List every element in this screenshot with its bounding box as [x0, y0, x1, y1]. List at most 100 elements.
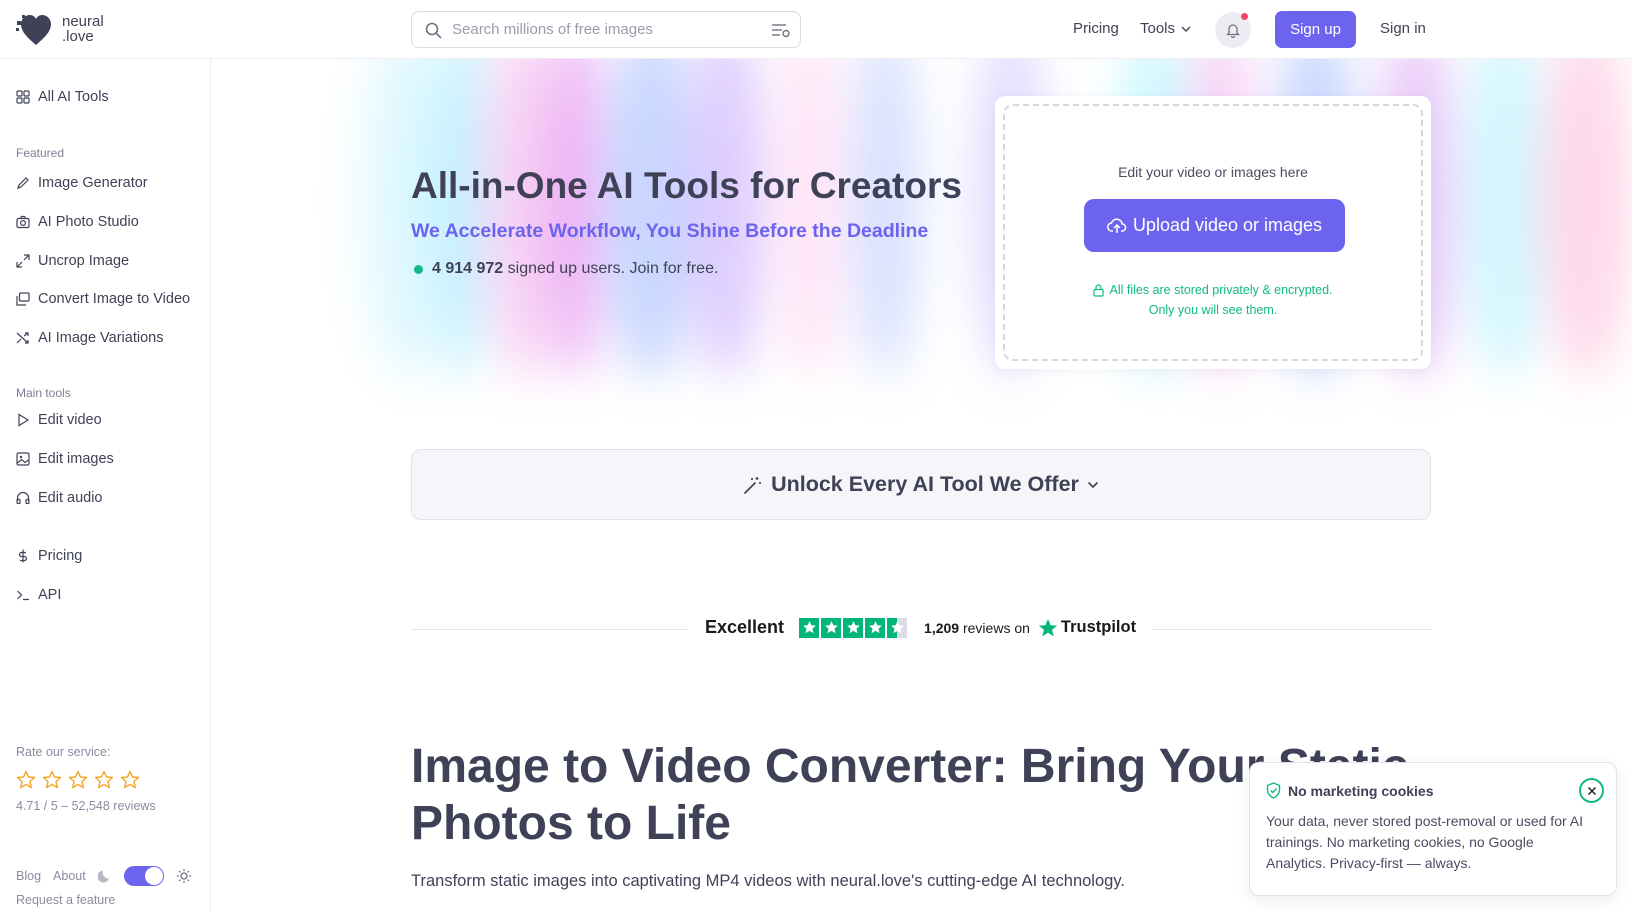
status-dot-icon: [414, 264, 423, 274]
search-input[interactable]: [452, 21, 752, 38]
trustpilot-logo-star-icon: [1038, 618, 1058, 636]
trustpilot-star-icon: [821, 617, 842, 638]
upload-dropzone[interactable]: Edit your video or images here Upload vi…: [1003, 104, 1423, 361]
sidebar-item-api[interactable]: API: [16, 587, 61, 603]
star-icon[interactable]: [16, 770, 36, 790]
notification-dot: [1241, 13, 1248, 20]
sun-icon: [176, 869, 191, 883]
cookie-close-button[interactable]: [1579, 778, 1604, 803]
request-feature-link[interactable]: Request a feature: [16, 893, 115, 907]
sidebar-item-all-ai-tools[interactable]: All AI Tools: [16, 89, 109, 105]
sidebar-item-label: Edit images: [38, 451, 114, 467]
trustpilot-review-count: 1,209: [924, 619, 960, 636]
unlock-tools-toggle[interactable]: Unlock Every AI Tool We Offer: [411, 449, 1431, 520]
user-count: 4 914 972: [432, 260, 504, 277]
star-icon[interactable]: [94, 770, 114, 790]
sidebar-item-edit-video[interactable]: Edit video: [16, 412, 102, 428]
sidebar-item-label: Convert Image to Video: [38, 291, 191, 307]
user-count-suffix: signed up users. Join for free.: [507, 260, 719, 277]
heart-logo-icon: [16, 15, 51, 45]
privacy-note: All files are stored privately & encrypt…: [1005, 280, 1421, 320]
sidebar-item-label: AI Photo Studio: [38, 214, 139, 230]
about-link[interactable]: About: [53, 869, 86, 883]
trustpilot-half-star-icon: [887, 617, 908, 638]
upload-button[interactable]: Upload video or images: [1084, 199, 1345, 252]
unlock-label: Unlock Every AI Tool We Offer: [771, 472, 1079, 496]
logo[interactable]: neural .love: [16, 11, 104, 47]
trustpilot-star-icon: [799, 617, 820, 638]
cloud-upload-icon: [1106, 218, 1127, 233]
sidebar-item-label: Uncrop Image: [38, 253, 130, 269]
cookie-notice: No marketing cookies Your data, never st…: [1249, 762, 1617, 896]
star-icon[interactable]: [120, 770, 140, 790]
sidebar-item-pricing[interactable]: Pricing: [16, 548, 82, 564]
sidebar-item-edit-images[interactable]: Edit images: [16, 451, 114, 467]
main-tools-heading: Main tools: [16, 386, 71, 400]
cookie-title-row: No marketing cookies: [1266, 782, 1434, 799]
dollar-icon: [18, 549, 28, 563]
chevron-down-icon: [1181, 26, 1191, 32]
top-header: neural .love Pricing Tools Sign up Sign …: [0, 0, 1632, 59]
shuffle-icon: [16, 332, 29, 344]
lock-icon: [1093, 283, 1105, 297]
upload-hint: Edit your video or images here: [1118, 164, 1308, 180]
rating-summary: 4.71 / 5 – 52,548 reviews: [16, 799, 156, 813]
nav-pricing-link[interactable]: Pricing: [1073, 20, 1119, 37]
star-icon[interactable]: [42, 770, 62, 790]
theme-toggle[interactable]: [123, 866, 164, 886]
sidebar-item-edit-audio[interactable]: Edit audio: [16, 490, 103, 506]
trustpilot-star-icon: [865, 617, 886, 638]
sidebar-item-ai-photo-studio[interactable]: AI Photo Studio: [16, 214, 139, 230]
trustpilot-rating-word: Excellent: [705, 617, 785, 637]
magic-wand-icon: [744, 476, 762, 494]
nav-tools-dropdown[interactable]: Tools: [1140, 20, 1191, 37]
upload-card: Edit your video or images here Upload vi…: [995, 96, 1431, 369]
bell-icon: [1226, 24, 1240, 38]
blog-link[interactable]: Blog: [16, 869, 41, 883]
sidebar-item-label: All AI Tools: [38, 89, 109, 105]
sidebar-item-ai-image-variations[interactable]: AI Image Variations: [16, 330, 163, 346]
signin-link[interactable]: Sign in: [1380, 20, 1426, 37]
image-icon: [16, 452, 30, 466]
signup-button[interactable]: Sign up: [1275, 11, 1356, 48]
search-icon: [425, 22, 442, 39]
moon-icon: [97, 870, 109, 883]
sidebar-item-label: API: [38, 587, 62, 603]
intro-text: Transform static images into captivating…: [411, 872, 1125, 890]
notifications-button[interactable]: [1215, 12, 1251, 48]
filter-settings-icon[interactable]: [771, 22, 791, 39]
expand-icon: [16, 254, 30, 268]
trustpilot-reviews-on: reviews on: [962, 619, 1030, 636]
sidebar-item-convert-image-to-video[interactable]: Convert Image to Video: [16, 291, 190, 307]
privacy-line1: All files are stored privately & encrypt…: [1109, 283, 1333, 297]
sidebar-item-image-generator[interactable]: Image Generator: [16, 175, 148, 191]
sidebar: All AI Tools Featured Image Generator AI…: [0, 59, 211, 912]
play-icon: [18, 413, 30, 427]
sidebar-item-label: AI Image Variations: [38, 330, 164, 346]
chevron-down-icon: [1087, 481, 1098, 488]
shield-check-icon: [1266, 782, 1281, 799]
upload-button-label: Upload video or images: [1132, 215, 1323, 235]
cookie-title: No marketing cookies: [1288, 782, 1434, 799]
images-icon: [16, 292, 30, 306]
grid-icon: [16, 90, 30, 104]
trustpilot-widget[interactable]: Excellent 1,209 reviews on Trustpilot: [705, 617, 1136, 638]
camera-icon: [16, 215, 30, 229]
logo-text-line1: neural: [62, 13, 104, 30]
trustpilot-star-icon: [843, 617, 864, 638]
toggle-knob: [144, 867, 163, 885]
privacy-line2: Only you will see them.: [1148, 303, 1278, 317]
search-bar: [411, 11, 801, 48]
trustpilot-brand: Trustpilot: [1060, 618, 1137, 636]
sidebar-item-uncrop-image[interactable]: Uncrop Image: [16, 253, 129, 269]
sidebar-footer: Blog About: [16, 866, 192, 886]
nav-tools-label: Tools: [1140, 20, 1176, 37]
hero-subtitle: We Accelerate Workflow, You Shine Before…: [411, 220, 929, 242]
sidebar-item-label: Pricing: [38, 548, 83, 564]
sidebar-item-label: Edit video: [38, 412, 102, 428]
cookie-body: Your data, never stored post-removal or …: [1266, 813, 1583, 871]
brush-icon: [17, 177, 29, 189]
star-icon[interactable]: [68, 770, 88, 790]
logo-text-line2: .love: [62, 28, 94, 45]
user-count-line: 4 914 972 signed up users. Join for free…: [414, 260, 718, 278]
